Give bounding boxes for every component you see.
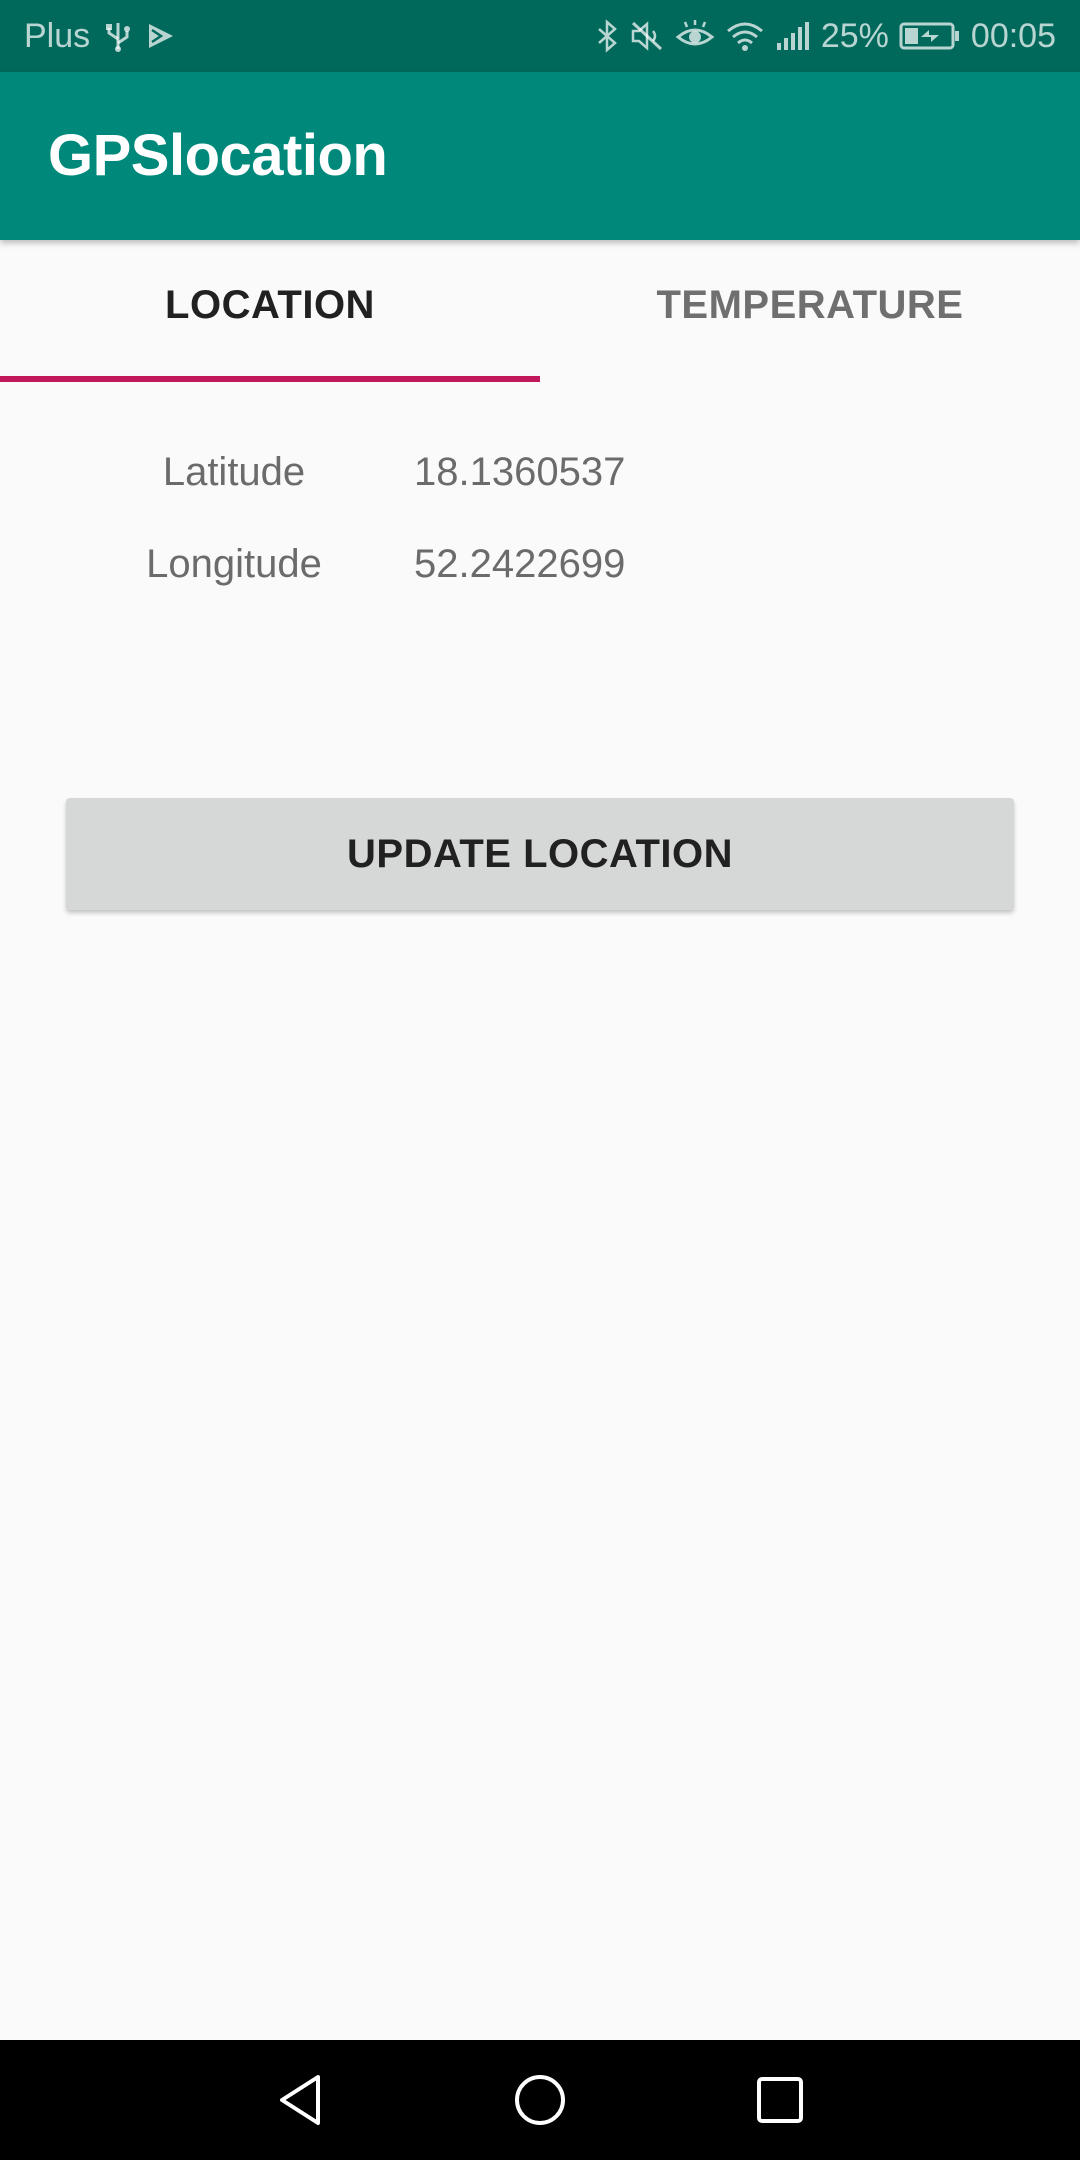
- bluetooth-icon: [595, 19, 619, 53]
- latitude-value: 18.1360537: [414, 450, 626, 494]
- app-bar: GPSlocation: [0, 72, 1080, 240]
- play-store-icon: [146, 21, 176, 51]
- home-icon[interactable]: [504, 2064, 576, 2136]
- navigation-bar: [0, 2040, 1080, 2160]
- status-right: 25% 00:05: [595, 0, 1056, 72]
- wifi-icon: [725, 19, 765, 53]
- signal-icon: [775, 19, 811, 53]
- battery-percent: 25%: [820, 16, 889, 55]
- latitude-label: Latitude: [162, 450, 306, 494]
- battery-charging-icon: [899, 19, 961, 53]
- recents-icon[interactable]: [744, 2064, 816, 2136]
- clock: 00:05: [970, 16, 1056, 55]
- status-left: Plus: [24, 0, 176, 72]
- longitude-label: Longitude: [146, 542, 322, 586]
- tab-indicator: [0, 376, 540, 382]
- app-title: GPSlocation: [48, 123, 388, 188]
- longitude-value: 52.2422699: [414, 542, 626, 586]
- tab-location[interactable]: LOCATION: [0, 240, 540, 384]
- mute-icon: [629, 19, 665, 53]
- tab-temperature[interactable]: TEMPERATURE: [540, 240, 1080, 384]
- tab-bar: LOCATION TEMPERATURE: [0, 240, 1080, 384]
- carrier-name: Plus: [24, 16, 91, 55]
- back-icon[interactable]: [264, 2064, 336, 2136]
- status-bar: Plus 25% 00:05: [0, 0, 1080, 72]
- update-location-button[interactable]: UPDATE LOCATION: [66, 798, 1014, 910]
- eye-comfort-icon: [675, 19, 715, 53]
- usb-icon: [104, 19, 132, 53]
